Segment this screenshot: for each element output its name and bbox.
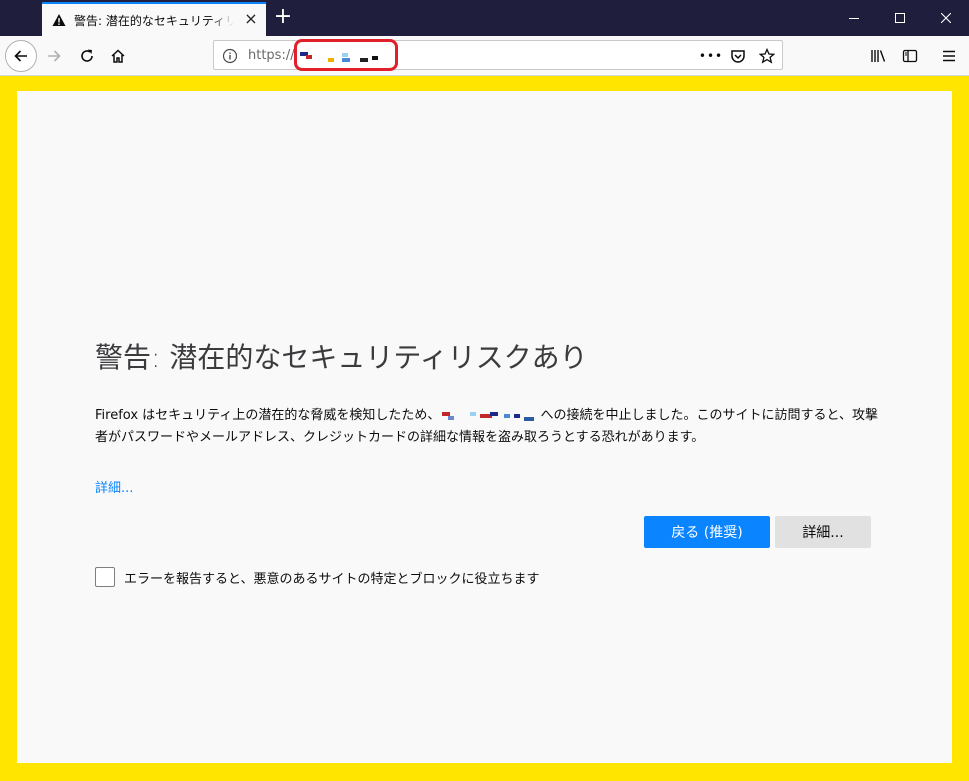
maximize-icon (895, 13, 905, 23)
bookmark-star-icon[interactable] (756, 45, 778, 67)
back-button[interactable] (5, 40, 37, 72)
tab-title: 警告: 潜在的なセキュリティリスクあり (74, 13, 234, 28)
description-text-before: Firefox はセキュリティ上の潜在的な脅威を検知したため、 (95, 408, 441, 423)
maximize-button[interactable] (877, 0, 923, 36)
minimize-icon (849, 18, 859, 19)
forward-arrow-icon (48, 50, 61, 62)
sidebar-button[interactable] (894, 40, 926, 72)
sidebar-icon (902, 49, 918, 63)
url-scheme: https:// (248, 48, 295, 63)
home-icon (111, 49, 125, 63)
learn-more-link[interactable]: 詳細... (95, 477, 133, 496)
report-error-checkbox[interactable] (95, 567, 115, 587)
library-button[interactable] (863, 40, 895, 72)
close-icon (941, 13, 951, 23)
report-error-label: エラーを報告すると、悪意のあるサイトの特定とブロックに役立ちます (124, 572, 540, 587)
warning-icon (52, 13, 66, 27)
menu-button[interactable] (933, 40, 965, 72)
error-page: 警告: 潜在的なセキュリティリスクあり Firefox はセキュリティ上の潜在的… (17, 91, 952, 763)
go-back-button[interactable]: 戻る (推奨) (644, 516, 770, 548)
tab-strip: 警告: 潜在的なセキュリティリスクあり × + (0, 0, 969, 36)
advanced-button[interactable]: 詳細... (775, 516, 871, 548)
hamburger-menu-icon (943, 50, 955, 62)
reload-icon (81, 49, 93, 62)
redacted-hostname (440, 411, 536, 421)
library-icon (871, 50, 886, 62)
new-tab-button[interactable]: + (272, 6, 294, 28)
forward-button[interactable] (38, 40, 70, 72)
back-arrow-icon (14, 50, 27, 62)
close-window-button[interactable] (923, 0, 969, 36)
page-title: 警告: 潜在的なセキュリティリスクあり (95, 341, 588, 374)
tab-close-icon[interactable]: × (244, 11, 258, 27)
tab-active[interactable]: 警告: 潜在的なセキュリティリスクあり × (42, 2, 266, 36)
reload-button[interactable] (71, 40, 103, 72)
pocket-icon[interactable] (727, 45, 749, 67)
page-actions-icon[interactable]: ••• (699, 45, 722, 67)
site-info-icon[interactable] (222, 48, 238, 64)
annotation-highlight (294, 39, 398, 71)
home-button[interactable] (102, 40, 134, 72)
error-description: Firefox はセキュリティ上の潜在的な脅威を検知したため、 への接続を中止し… (95, 405, 885, 449)
minimize-button[interactable] (831, 0, 877, 36)
url-bar[interactable]: https:// ••• (213, 39, 783, 71)
navigation-bar: https:// ••• (0, 36, 969, 76)
